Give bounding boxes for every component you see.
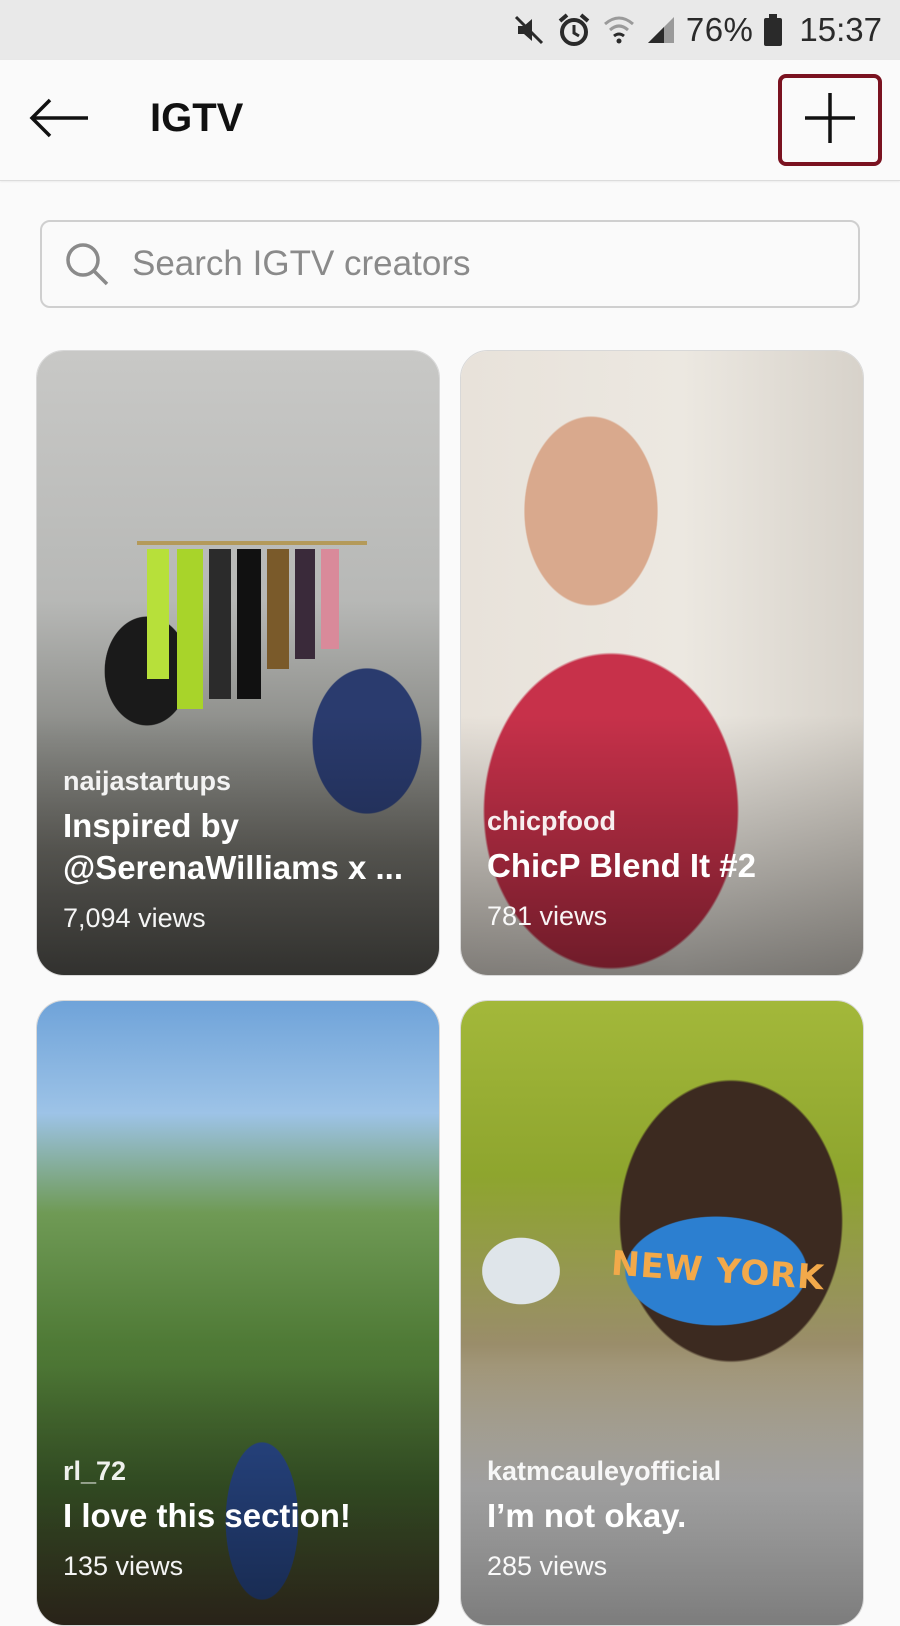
creator-name: naijastartups: [63, 766, 232, 796]
video-card[interactable]: NEW YORK katmcauleyofficial I’m not okay…: [460, 1000, 864, 1626]
signal-icon: [646, 15, 676, 45]
wifi-icon: [602, 13, 636, 47]
video-title: I love this section!: [63, 1497, 351, 1534]
mute-icon: [512, 13, 546, 47]
back-arrow-icon: [28, 98, 90, 143]
video-title: ChicP Blend It #2: [487, 847, 756, 884]
video-meta: chicpfood ChicP Blend It #2 781 views: [487, 806, 843, 932]
battery-percentage: 76%: [685, 11, 754, 48]
video-meta: naijastartups Inspired by @SerenaWilliam…: [63, 766, 419, 934]
search-icon: [64, 241, 110, 287]
page-title: IGTV: [150, 96, 244, 140]
video-title: I’m not okay.: [487, 1497, 687, 1534]
video-title: Inspired by @SerenaWilliams x ...: [63, 805, 419, 889]
battery-icon: [763, 13, 783, 47]
search-bar[interactable]: [40, 220, 860, 308]
back-button[interactable]: [24, 90, 94, 150]
view-count: 135 views: [63, 1551, 184, 1581]
creator-name: chicpfood: [487, 806, 616, 836]
thumbnail-mask-text: NEW YORK: [609, 1243, 826, 1299]
video-card[interactable]: naijastartups Inspired by @SerenaWilliam…: [36, 350, 440, 976]
video-title-line: Inspired by: [63, 807, 240, 844]
view-count: 7,094 views: [63, 903, 206, 933]
status-bar: 76% 15:37: [0, 0, 900, 60]
view-count: 781 views: [487, 901, 608, 931]
status-time: 15:37: [799, 11, 882, 48]
search-input[interactable]: [130, 243, 814, 285]
plus-icon: [803, 91, 857, 150]
clothing-rack-image: [137, 541, 367, 709]
video-card[interactable]: rl_72 I love this section! 135 views: [36, 1000, 440, 1626]
app-header: IGTV: [0, 60, 900, 181]
alarm-icon: [556, 12, 592, 48]
creator-name: katmcauleyofficial: [487, 1456, 722, 1486]
video-meta: katmcauleyofficial I’m not okay. 285 vie…: [487, 1456, 843, 1582]
view-count: 285 views: [487, 1551, 608, 1581]
video-title-line: @SerenaWilliams x ...: [63, 849, 404, 886]
creator-name: rl_72: [63, 1456, 127, 1486]
add-video-button[interactable]: [778, 74, 882, 166]
video-card[interactable]: chicpfood ChicP Blend It #2 781 views: [460, 350, 864, 976]
video-meta: rl_72 I love this section! 135 views: [63, 1456, 419, 1582]
